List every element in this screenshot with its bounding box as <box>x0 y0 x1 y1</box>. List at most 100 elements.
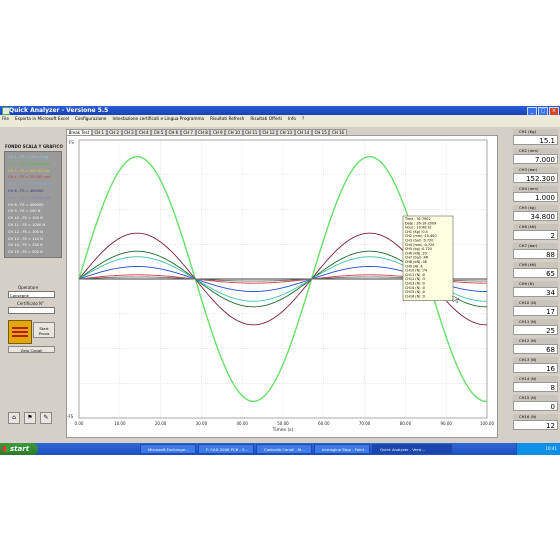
system-tray: 10:41 <box>516 443 560 455</box>
channel-value: 8 <box>513 382 558 392</box>
task-exchange[interactable]: Microsoft Exchange... <box>140 444 196 454</box>
home-icon[interactable]: ⌂ <box>8 412 20 424</box>
zero-channels-button[interactable]: Zero Canali <box>8 346 55 353</box>
channel-readout: CH8 (kN) 65 <box>513 262 558 278</box>
channel-value: 34 <box>513 287 558 297</box>
x-tick-label: 50.00 <box>277 421 289 426</box>
clock: 10:41 <box>545 446 557 451</box>
eraser-icon[interactable]: ✎ <box>40 412 52 424</box>
y-bottom-label: -FS <box>67 414 74 419</box>
menu-export-excel[interactable]: Esporta in Microsoft Excel <box>15 115 69 123</box>
menu-results-refresh[interactable]: Risultati Refresh <box>210 115 244 123</box>
channel-value: 16 <box>513 363 558 373</box>
flag-icon[interactable]: ⚑ <box>24 412 36 424</box>
channel-readout: CH10 (N) 17 <box>513 300 558 316</box>
channel-value: 2 <box>513 230 558 240</box>
channel-value: 25 <box>513 325 558 335</box>
fullscale-row: CH 5 - FS = 60000.00 kg <box>8 182 53 187</box>
certificate-input[interactable] <box>8 307 55 314</box>
fullscale-row: CH 15 - FS = 500 N <box>8 250 43 255</box>
x-tick-label: 80.00 <box>400 421 412 426</box>
channel-value: 7.000 <box>513 154 558 164</box>
menu-help[interactable]: ? <box>302 115 304 123</box>
x-tick-label: 70.00 <box>359 421 371 426</box>
channel-value: 17 <box>513 306 558 316</box>
channel-value: 15.1 <box>513 135 558 145</box>
channel-readout: CH1 (Kg) 15.1 <box>513 129 558 145</box>
tooltip-line: CH16 (N) :0 <box>405 294 425 298</box>
x-tick-label: 30.00 <box>196 421 208 426</box>
fullscale-row: CH 12 - FS = 100 N <box>8 229 43 234</box>
signal-chart: 0.00 10.00 20.00 30.00 40.00 50.00 60.00 70.00 8… <box>67 139 494 433</box>
menu-file[interactable]: File <box>2 115 9 123</box>
channel-readout: CH16 (N) 12 <box>513 414 558 430</box>
fullscale-row: CH 13 - FS = 110 N <box>8 236 43 241</box>
task-cad[interactable]: F: CAD 2006 PCB - S... <box>198 444 254 454</box>
windows-flag-icon <box>3 446 9 452</box>
start-button[interactable]: start <box>0 443 38 455</box>
channel-readout: CH4 (mm) 1.000 <box>513 186 558 202</box>
fullscale-row: CH 9 - FS = 100 N <box>8 209 41 214</box>
channel-value: 152.300 <box>513 173 558 183</box>
fullscale-row: CH 2 - FS = 20.000 mm <box>8 161 51 166</box>
menu-header-language[interactable]: Intestazione certificati e Lingua Progra… <box>112 115 204 123</box>
channel-value: 88 <box>513 249 558 259</box>
menu-info[interactable]: Info <box>288 115 296 123</box>
channel-value: 12 <box>513 420 558 430</box>
taskbar: start Microsoft Exchange... F: CAD 2006 … <box>0 443 560 455</box>
fullscale-row: CH 3 - FS = 500.00 bar <box>8 168 50 173</box>
company-logo <box>8 320 32 344</box>
x-tick-label: 100.00 <box>480 421 494 426</box>
channel-readout: CH3 (bar) 152.300 <box>513 167 558 183</box>
fullscale-panel: CH 1 - FS = 1000.0 Kg CH 2 - FS = 20.000 … <box>4 151 62 258</box>
x-tick-label: 90.00 <box>440 421 452 426</box>
task-quick-analyzer[interactable]: Quick Analyzer - Versi... <box>372 444 452 454</box>
y-top-label: FS <box>69 140 74 145</box>
fullscale-row: CH 4 - FS = 20.000 mm <box>8 175 51 180</box>
channel-value: 65 <box>513 268 558 278</box>
task-channels[interactable]: Controllo Canali - M... <box>256 444 312 454</box>
channel-value: 68 <box>513 344 558 354</box>
x-tick-label: 0.00 <box>75 421 84 426</box>
fullscale-row: CH 14 - FS = 250 N <box>8 243 43 248</box>
channel-readout: CH14 (N) 8 <box>513 376 558 392</box>
channel-value: 0 <box>513 401 558 411</box>
menu-results-offered[interactable]: Risultati Offerti <box>250 115 282 123</box>
channel-readout: CH13 (N) 16 <box>513 357 558 373</box>
channel-readout: CH5 (kg) 34.800 <box>513 205 558 221</box>
x-axis-label: Times (s) <box>272 427 294 433</box>
channel-readout: CH9 (N) 34 <box>513 281 558 297</box>
toolbar-strip <box>0 123 560 127</box>
fullscale-row: CH 10 - FS = 100 N <box>8 216 43 221</box>
fullscale-row: CH 11 - FS = 1000 N <box>8 223 46 227</box>
task-paint[interactable]: Immagine Stop - Paint <box>314 444 370 454</box>
app-window: Quick Analyzer - Versione 5.5 _ □ × File… <box>0 106 560 443</box>
fullscale-title: FONDO SCALA Y GRAFICO <box>5 144 63 149</box>
channel-readout: CH15 (N) 0 <box>513 395 558 411</box>
channel-readout: CH12 (N) 68 <box>513 338 558 354</box>
menu-bar: File Esporta in Microsoft Excel Configur… <box>0 115 560 123</box>
fullscale-row: CH 8 - FS = 400000 <box>8 202 44 207</box>
x-tick-label: 10.00 <box>114 421 126 426</box>
fullscale-row: CH 7 - FS = 100000 bar <box>8 195 51 200</box>
x-tick-label: 60.00 <box>318 421 330 426</box>
channel-readout: CH11 (N) 25 <box>513 319 558 335</box>
menu-configuration[interactable]: Configurazione <box>75 115 107 123</box>
x-tick-label: 20.00 <box>155 421 167 426</box>
fullscale-row: CH 6 - FS = 400000 <box>8 189 44 193</box>
channel-readout: CH2 (mm) 7.000 <box>513 148 558 164</box>
test-label: Prova <box>38 331 50 336</box>
start-test-button[interactable]: Start Prova <box>33 322 55 338</box>
start-label: start <box>10 445 30 453</box>
operator-label: Operatore <box>18 285 39 290</box>
certificate-label: Certificato N° <box>17 301 45 306</box>
operator-input[interactable]: Consegne <box>8 291 55 298</box>
channel-readout: CH7 (bar) 88 <box>513 243 558 259</box>
window-title: Quick Analyzer - Versione 5.5 <box>9 107 109 114</box>
title-bar: Quick Analyzer - Versione 5.5 _ □ × <box>0 106 560 116</box>
channel-values-panel: CH1 (Kg) 15.1 CH2 (mm) 7.000 CH3 (bar) 152.30… <box>513 129 558 437</box>
channel-readout: CH6 (kN) 2 <box>513 224 558 240</box>
chart-container: 0.00 10.00 20.00 30.00 40.00 50.00 60.00 70.00 8… <box>66 135 498 438</box>
fullscale-row: CH 1 - FS = 1000.0 Kg <box>8 155 49 159</box>
channel-value: 1.000 <box>513 192 558 202</box>
